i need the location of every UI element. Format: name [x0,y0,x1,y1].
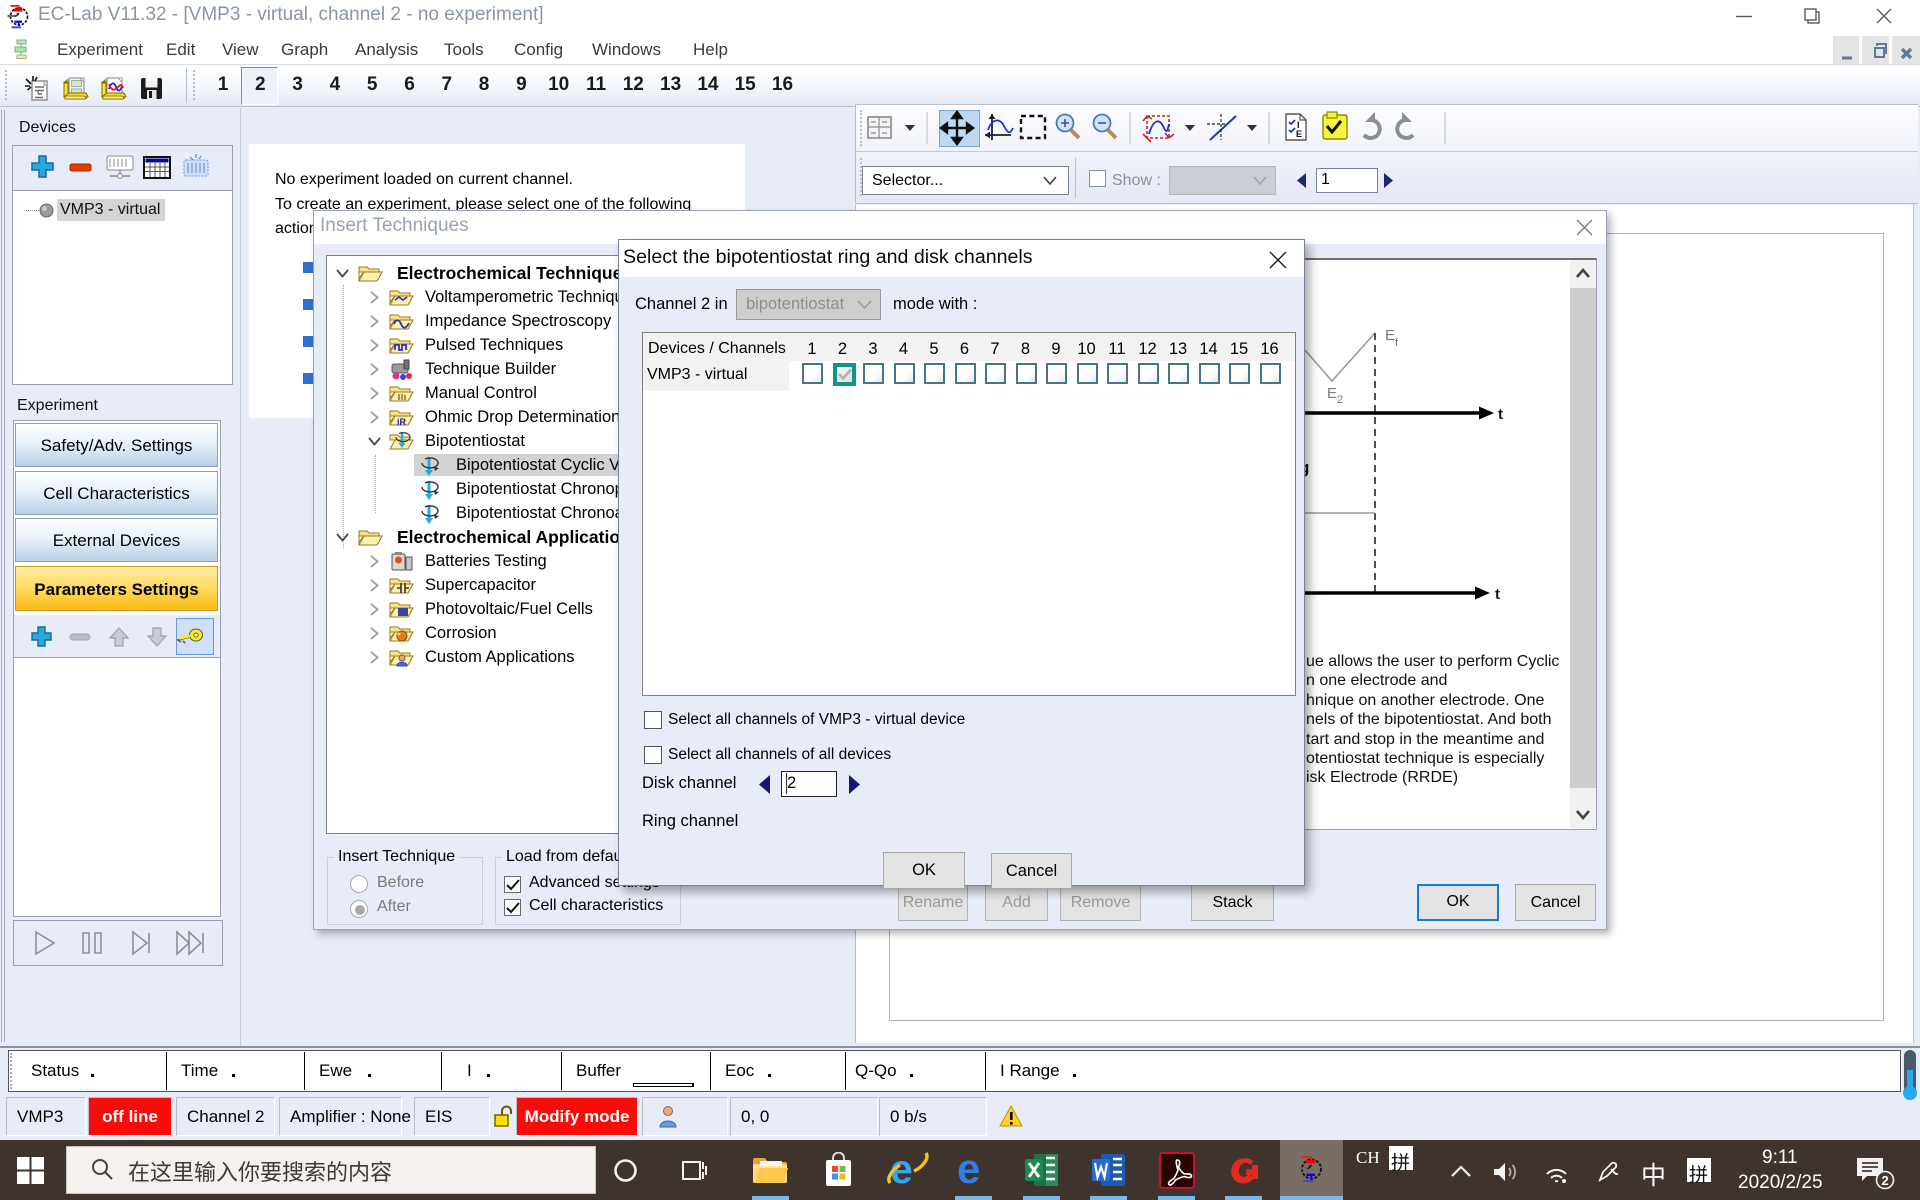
svg-text:t: t [1495,586,1500,603]
svg-text:f: f [1395,337,1399,349]
svg-text:E: E [1327,385,1337,402]
svg-text:E: E [1296,129,1302,139]
svg-text:2: 2 [1337,394,1343,406]
svg-text:t: t [1498,406,1503,423]
svg-text:E: E [1385,327,1395,344]
svg-text:iR: iR [397,417,407,427]
svg-text:2: 2 [1882,1173,1889,1188]
